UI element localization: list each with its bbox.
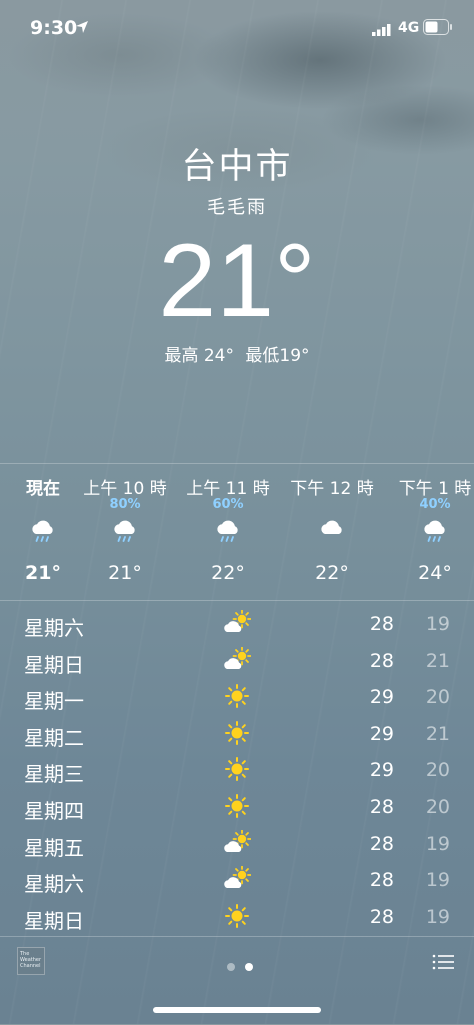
network-type: 4G xyxy=(398,20,420,36)
daily-row: 星期三 29 20 xyxy=(0,752,474,789)
day-name: 星期一 xyxy=(24,689,84,714)
hourly-forecast[interactable]: 現在 21° 上午 10 時 80% 21° 上午 11 時 60% 22° 下午 12 時 22… xyxy=(0,463,474,601)
cloud-rain-icon xyxy=(421,516,449,544)
hour-temp: 22° xyxy=(211,562,245,584)
sun-icon xyxy=(223,683,251,709)
battery-icon xyxy=(423,19,452,35)
day-high: 28 xyxy=(369,613,394,635)
day-name: 星期二 xyxy=(24,725,84,750)
page-dot-active[interactable] xyxy=(245,963,253,971)
day-high: 28 xyxy=(369,832,394,855)
cloud-rain-icon xyxy=(111,516,139,544)
location-arrow-icon xyxy=(76,21,88,33)
partly-cloudy-icon xyxy=(223,646,252,673)
sun-icon xyxy=(223,756,251,782)
day-name: 星期六 xyxy=(24,616,84,640)
hour-temp: 21° xyxy=(108,562,142,584)
cloud-rain-icon xyxy=(29,516,57,544)
day-low: 21 xyxy=(425,722,450,745)
partly-cloudy-icon xyxy=(223,609,252,636)
hour-item: 上午 10 時 80% 21° xyxy=(75,464,175,600)
sun-icon xyxy=(223,793,251,819)
day-low: 21 xyxy=(425,649,450,672)
partly-cloudy-icon xyxy=(223,865,252,892)
city-name: 台中市 xyxy=(181,147,293,187)
day-low: 20 xyxy=(425,795,450,818)
hour-item: 下午 12 時 22° xyxy=(282,464,382,600)
day-high: 28 xyxy=(369,869,394,892)
daily-row: 星期二 29 21 xyxy=(0,716,474,753)
cellular-signal-icon xyxy=(372,24,391,36)
hour-temp: 24° xyxy=(418,562,452,584)
condition-text: 毛毛雨 xyxy=(207,197,267,218)
high-low: 最高 24° 最低19° xyxy=(0,341,474,366)
page-dot[interactable] xyxy=(227,963,235,971)
day-name: 星期三 xyxy=(24,762,84,787)
hour-label: 下午 1 時 xyxy=(398,479,472,499)
day-name: 星期日 xyxy=(24,652,84,677)
day-high: 29 xyxy=(369,759,394,782)
daily-row: 星期六 28 19 xyxy=(0,862,474,899)
daily-row: 星期一 29 20 xyxy=(0,679,474,716)
day-name: 星期六 xyxy=(24,872,84,897)
weather-channel-logo[interactable]: The Weather Channel xyxy=(17,947,45,975)
day-low: 20 xyxy=(425,686,450,709)
partly-cloudy-icon xyxy=(223,829,252,856)
day-high: 28 xyxy=(369,795,394,818)
sun-icon xyxy=(223,903,251,929)
status-bar: 9:30 4G xyxy=(0,0,474,50)
day-name: 星期日 xyxy=(24,908,84,933)
day-high: 28 xyxy=(369,649,394,672)
precip-chance: 80% xyxy=(109,497,141,512)
list-icon[interactable] xyxy=(432,953,454,971)
day-low: 20 xyxy=(425,759,450,782)
day-name: 星期四 xyxy=(24,798,84,823)
day-high: 28 xyxy=(369,905,394,928)
low-temp: 最低19° xyxy=(245,346,310,366)
day-low: 19 xyxy=(425,832,450,855)
daily-row: 星期五 28 19 xyxy=(0,826,474,863)
high-temp: 最高 24° xyxy=(164,346,234,366)
home-indicator[interactable] xyxy=(153,1007,321,1013)
cloud-icon xyxy=(318,516,346,544)
page-indicator[interactable] xyxy=(222,956,258,975)
cloud-rain-icon xyxy=(214,516,242,544)
day-high: 29 xyxy=(369,722,394,745)
daily-row: 星期六 28 19 xyxy=(0,606,474,643)
hour-item: 上午 11 時 60% 22° xyxy=(178,464,278,600)
precip-chance: 60% xyxy=(212,497,244,512)
status-time: 9:30 xyxy=(30,17,78,39)
hour-label: 下午 12 時 xyxy=(290,479,374,499)
hour-label: 上午 11 時 xyxy=(186,479,270,499)
precip-chance: 40% xyxy=(419,497,451,512)
day-low: 19 xyxy=(425,869,450,892)
current-temperature: 21° xyxy=(158,223,316,339)
hour-item: 下午 1 時 40% 24° xyxy=(385,464,474,600)
hour-label: 上午 10 時 xyxy=(83,479,167,499)
daily-row: 星期日 28 21 xyxy=(0,643,474,680)
daily-row: 星期四 28 20 xyxy=(0,789,474,826)
day-name: 星期五 xyxy=(24,835,84,860)
day-high: 29 xyxy=(369,686,394,709)
current-weather-header: 台中市 毛毛雨 21° 最高 24° 最低19° xyxy=(0,138,474,366)
day-low: 19 xyxy=(425,613,450,635)
sun-icon xyxy=(223,720,251,746)
daily-row: 星期日 28 19 xyxy=(0,899,474,936)
daily-forecast[interactable]: 星期六 28 19 星期日 28 21 星期一 29 20 星期二 29 21 星期三 29 20 星期四 28… xyxy=(0,606,474,935)
hour-temp: 22° xyxy=(315,562,349,584)
day-low: 19 xyxy=(425,905,450,928)
